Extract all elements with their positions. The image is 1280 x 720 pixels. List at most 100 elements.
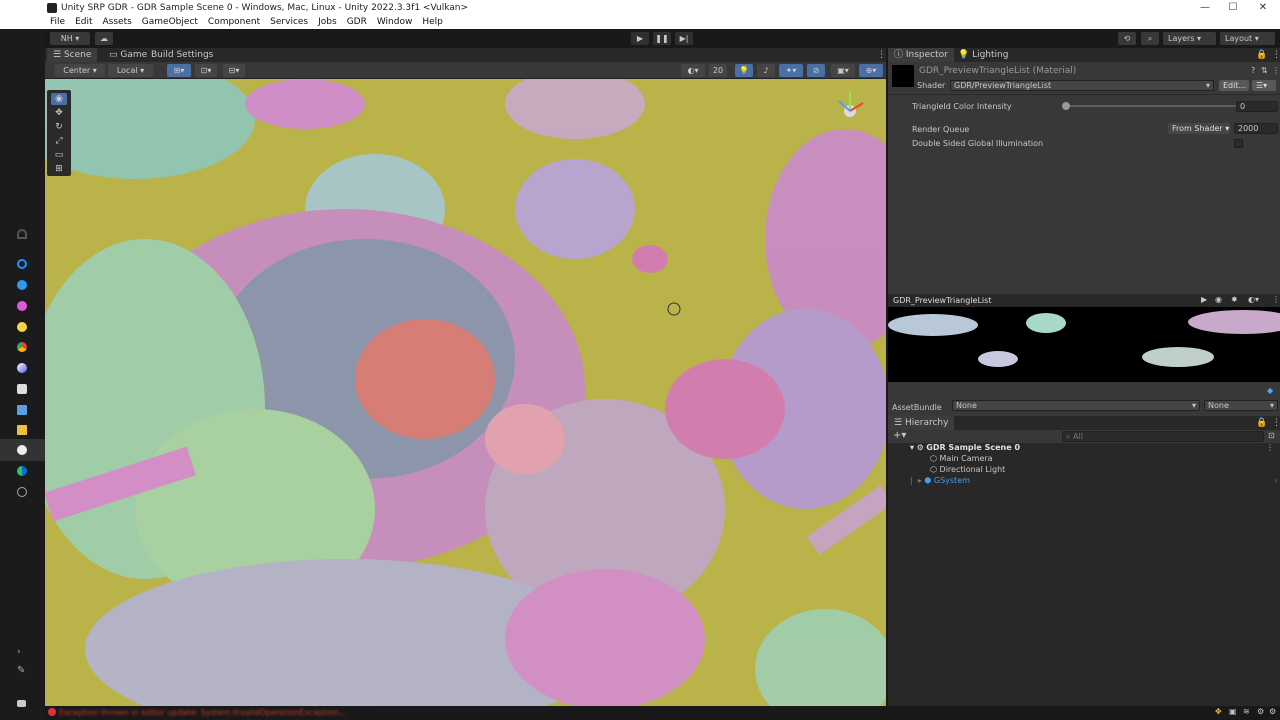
step-button[interactable]: ▶|	[675, 32, 693, 45]
history-icon[interactable]: ⟲	[1118, 32, 1136, 45]
snap-increment-icon[interactable]: ⊡▾	[195, 64, 217, 77]
notifications-icon[interactable]	[17, 700, 26, 707]
pen-icon[interactable]: ✎	[17, 665, 27, 676]
play-button[interactable]: ▶	[631, 32, 649, 45]
photos-icon[interactable]	[17, 405, 27, 415]
app-icon-white[interactable]	[17, 363, 27, 373]
preview-light-icon[interactable]: ✸	[1231, 295, 1238, 304]
panel-menu-icon[interactable]: ⋮	[1266, 416, 1280, 430]
hierarchy-item-gsystem[interactable]: | ▸ ⬢ GSystem	[910, 476, 970, 485]
intensity-slider-thumb[interactable]	[1062, 102, 1070, 110]
menu-jobs[interactable]: Jobs	[318, 17, 337, 27]
kebab-icon[interactable]: ⋮	[1272, 66, 1280, 75]
hidden-objects-icon[interactable]: ⊘	[807, 64, 825, 77]
clock-icon[interactable]	[17, 487, 27, 497]
menu-services[interactable]: Services	[270, 17, 308, 27]
draw-mode-icon[interactable]: ◐▾	[681, 64, 705, 77]
preset-icon[interactable]: ⇅	[1261, 66, 1268, 75]
cursor-icon[interactable]: ✥	[1215, 707, 1222, 716]
layers-dropdown[interactable]: Layers ▾	[1163, 32, 1216, 45]
orientation-gizmo[interactable]	[838, 91, 864, 117]
unity-hub-icon[interactable]	[17, 384, 27, 394]
material-preview[interactable]	[888, 307, 1280, 382]
minimize-button[interactable]: —	[1190, 0, 1220, 15]
tab-inspector[interactable]: ⓘ Inspector	[888, 48, 954, 62]
double-sided-gi-checkbox[interactable]	[1234, 139, 1243, 148]
app-icon-pink[interactable]	[17, 301, 27, 311]
app-icon-blue[interactable]	[17, 280, 27, 290]
hierarchy-search-input[interactable]: ⌕ All	[1062, 431, 1264, 442]
scene-menu-icon[interactable]: ⋮	[1266, 443, 1274, 452]
effects-toggle-icon[interactable]: ✦▾	[779, 64, 803, 77]
lighting-icon[interactable]: ⚙	[1269, 707, 1276, 716]
view-tool-icon[interactable]: ◉	[51, 93, 67, 105]
rotate-tool-icon[interactable]: ↻	[51, 121, 67, 133]
headset-icon[interactable]	[17, 229, 27, 239]
add-button[interactable]: +▾	[893, 430, 906, 441]
hierarchy-item-main-camera[interactable]: ⬡ Main Camera	[930, 454, 993, 463]
cortana-icon[interactable]	[17, 259, 27, 269]
camera-settings-icon[interactable]: ▣▾	[831, 64, 855, 77]
pivot-dropdown[interactable]: Center ▾	[55, 64, 105, 77]
layout-dropdown[interactable]: Layout ▾	[1220, 32, 1275, 45]
status-error-text[interactable]: Exception thrown in editor update: Syste…	[59, 708, 346, 717]
performance-icon[interactable]: ≋	[1243, 707, 1250, 716]
tag-icon[interactable]: ◆	[1267, 386, 1273, 395]
tab-build-settings[interactable]: Build Settings	[145, 48, 219, 62]
align-icon[interactable]: ⊟▾	[223, 64, 245, 77]
menu-gameobject[interactable]: GameObject	[142, 17, 198, 27]
help-icon[interactable]: ?	[1251, 66, 1255, 75]
preview-sphere-icon[interactable]: ◉	[1215, 295, 1222, 304]
grid-snap-icon[interactable]: ⊞▾	[167, 64, 191, 77]
shader-dropdown[interactable]: GDR/PreviewTriangleList ▾	[950, 80, 1214, 91]
scale-tool-icon[interactable]: ⤢	[51, 135, 67, 147]
render-queue-value[interactable]: 2000	[1234, 123, 1278, 134]
lighting-toggle-icon[interactable]: 💡	[735, 64, 753, 77]
gizmos-icon[interactable]: ⊕▾	[859, 64, 883, 77]
unity-icon[interactable]	[17, 445, 27, 455]
menu-help[interactable]: Help	[422, 17, 443, 27]
menu-edit[interactable]: Edit	[75, 17, 92, 27]
tab-hierarchy[interactable]: ☰ Hierarchy	[888, 416, 955, 430]
render-queue-dropdown[interactable]: From Shader ▾	[1168, 123, 1230, 134]
menu-file[interactable]: File	[50, 17, 65, 27]
cloud-icon[interactable]: ☁	[95, 32, 113, 45]
hierarchy-item-directional-light[interactable]: ⬡ Directional Light	[930, 465, 1005, 474]
space-dropdown[interactable]: Local ▾	[108, 64, 153, 77]
maximize-button[interactable]: ☐	[1218, 0, 1248, 15]
menu-gdr[interactable]: GDR	[347, 17, 367, 27]
move-tool-icon[interactable]: ✥	[51, 107, 67, 119]
scene-viewport[interactable]	[45, 79, 886, 706]
search-filter-icon[interactable]: ⊡	[1268, 431, 1275, 440]
tab-lighting[interactable]: 💡 Lighting	[952, 48, 1014, 62]
grid-value[interactable]: 20	[709, 64, 727, 77]
menu-assets[interactable]: Assets	[103, 17, 132, 27]
menu-window[interactable]: Window	[377, 17, 413, 27]
settings-icon[interactable]: ⚙	[1257, 707, 1264, 716]
panel-menu-icon[interactable]: ⋮	[1266, 48, 1280, 62]
assetbundle-variant-dropdown[interactable]: None ▾	[1204, 400, 1278, 411]
folder-icon[interactable]	[17, 425, 27, 435]
shader-edit-button[interactable]: Edit...	[1219, 80, 1249, 91]
chevron-right-icon[interactable]: ›	[17, 647, 27, 657]
intensity-slider-track[interactable]	[1066, 105, 1236, 107]
chrome-icon[interactable]	[17, 342, 27, 352]
preview-play-icon[interactable]: ▶	[1201, 295, 1207, 304]
menu-component[interactable]: Component	[208, 17, 260, 27]
audio-toggle-icon[interactable]: ♪	[757, 64, 775, 77]
chevron-right-icon[interactable]: ›	[1274, 476, 1277, 485]
preview-shape-icon[interactable]: ◐▾	[1248, 295, 1259, 304]
transform-tool-icon[interactable]: ⊞	[51, 163, 67, 175]
intensity-value[interactable]: 0	[1236, 101, 1278, 112]
rect-tool-icon[interactable]: ▭	[51, 149, 67, 161]
account-dropdown[interactable]: NH ▾	[50, 32, 90, 45]
hierarchy-item-scene[interactable]: ▾ ⚙ GDR Sample Scene 0	[910, 443, 1020, 452]
shader-options-icon[interactable]: ☰▾	[1252, 80, 1276, 91]
assetbundle-dropdown[interactable]: None ▾	[952, 400, 1200, 411]
preview-menu-icon[interactable]: ⋮	[1272, 295, 1280, 304]
close-button[interactable]: ✕	[1248, 0, 1278, 15]
edge-icon[interactable]	[17, 466, 27, 476]
tab-scene[interactable]: ☰ Scene	[47, 48, 98, 62]
search-icon[interactable]: ⌕	[1141, 32, 1159, 45]
bug-icon[interactable]: ▣	[1229, 707, 1237, 716]
